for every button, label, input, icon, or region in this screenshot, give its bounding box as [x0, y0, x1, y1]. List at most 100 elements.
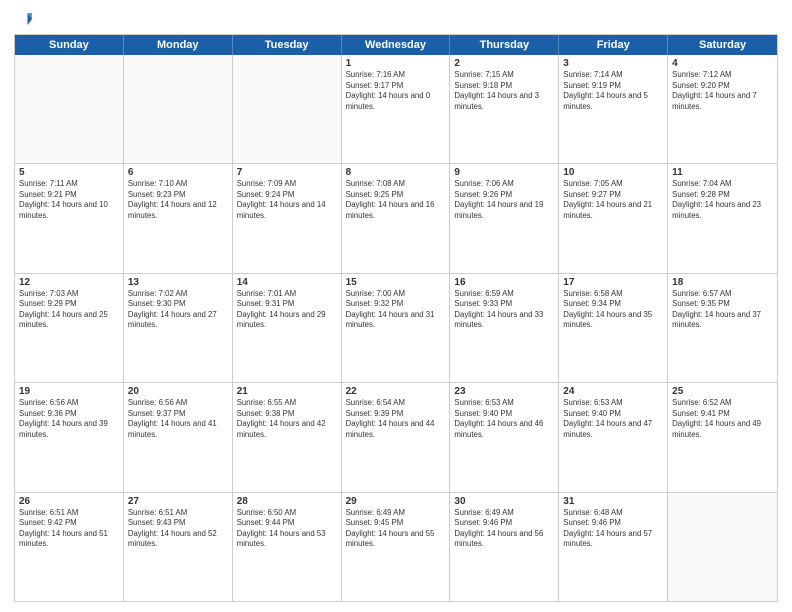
day-cell-29: 29Sunrise: 6:49 AM Sunset: 9:45 PM Dayli…	[342, 493, 451, 601]
day-number: 2	[454, 58, 554, 69]
day-info: Sunrise: 6:52 AM Sunset: 9:41 PM Dayligh…	[672, 398, 773, 440]
day-info: Sunrise: 7:06 AM Sunset: 9:26 PM Dayligh…	[454, 179, 554, 221]
day-number: 15	[346, 277, 446, 288]
day-cell-16: 16Sunrise: 6:59 AM Sunset: 9:33 PM Dayli…	[450, 274, 559, 382]
day-number: 17	[563, 277, 663, 288]
day-info: Sunrise: 7:14 AM Sunset: 9:19 PM Dayligh…	[563, 70, 663, 112]
day-number: 10	[563, 167, 663, 178]
day-cell-3: 3Sunrise: 7:14 AM Sunset: 9:19 PM Daylig…	[559, 55, 668, 163]
day-info: Sunrise: 7:04 AM Sunset: 9:28 PM Dayligh…	[672, 179, 773, 221]
day-info: Sunrise: 6:51 AM Sunset: 9:42 PM Dayligh…	[19, 508, 119, 550]
day-number: 4	[672, 58, 773, 69]
day-cell-1: 1Sunrise: 7:16 AM Sunset: 9:17 PM Daylig…	[342, 55, 451, 163]
day-info: Sunrise: 7:00 AM Sunset: 9:32 PM Dayligh…	[346, 289, 446, 331]
calendar-week-1: 1Sunrise: 7:16 AM Sunset: 9:17 PM Daylig…	[15, 55, 777, 164]
day-info: Sunrise: 6:55 AM Sunset: 9:38 PM Dayligh…	[237, 398, 337, 440]
day-info: Sunrise: 6:53 AM Sunset: 9:40 PM Dayligh…	[454, 398, 554, 440]
day-cell-12: 12Sunrise: 7:03 AM Sunset: 9:29 PM Dayli…	[15, 274, 124, 382]
weekday-header-wednesday: Wednesday	[342, 35, 451, 55]
weekday-header-friday: Friday	[559, 35, 668, 55]
day-number: 26	[19, 496, 119, 507]
day-number: 24	[563, 386, 663, 397]
day-info: Sunrise: 6:48 AM Sunset: 9:46 PM Dayligh…	[563, 508, 663, 550]
day-cell-11: 11Sunrise: 7:04 AM Sunset: 9:28 PM Dayli…	[668, 164, 777, 272]
day-cell-6: 6Sunrise: 7:10 AM Sunset: 9:23 PM Daylig…	[124, 164, 233, 272]
day-cell-9: 9Sunrise: 7:06 AM Sunset: 9:26 PM Daylig…	[450, 164, 559, 272]
day-number: 14	[237, 277, 337, 288]
day-info: Sunrise: 6:53 AM Sunset: 9:40 PM Dayligh…	[563, 398, 663, 440]
day-cell-8: 8Sunrise: 7:08 AM Sunset: 9:25 PM Daylig…	[342, 164, 451, 272]
day-info: Sunrise: 7:10 AM Sunset: 9:23 PM Dayligh…	[128, 179, 228, 221]
empty-cell	[668, 493, 777, 601]
calendar: SundayMondayTuesdayWednesdayThursdayFrid…	[14, 34, 778, 602]
day-number: 21	[237, 386, 337, 397]
day-cell-23: 23Sunrise: 6:53 AM Sunset: 9:40 PM Dayli…	[450, 383, 559, 491]
weekday-header-thursday: Thursday	[450, 35, 559, 55]
calendar-week-5: 26Sunrise: 6:51 AM Sunset: 9:42 PM Dayli…	[15, 493, 777, 601]
day-cell-13: 13Sunrise: 7:02 AM Sunset: 9:30 PM Dayli…	[124, 274, 233, 382]
day-info: Sunrise: 7:15 AM Sunset: 9:18 PM Dayligh…	[454, 70, 554, 112]
day-info: Sunrise: 7:02 AM Sunset: 9:30 PM Dayligh…	[128, 289, 228, 331]
calendar-header: SundayMondayTuesdayWednesdayThursdayFrid…	[15, 35, 777, 55]
day-cell-10: 10Sunrise: 7:05 AM Sunset: 9:27 PM Dayli…	[559, 164, 668, 272]
calendar-week-4: 19Sunrise: 6:56 AM Sunset: 9:36 PM Dayli…	[15, 383, 777, 492]
weekday-header-monday: Monday	[124, 35, 233, 55]
day-number: 7	[237, 167, 337, 178]
day-number: 20	[128, 386, 228, 397]
calendar-week-3: 12Sunrise: 7:03 AM Sunset: 9:29 PM Dayli…	[15, 274, 777, 383]
calendar-body: 1Sunrise: 7:16 AM Sunset: 9:17 PM Daylig…	[15, 55, 777, 601]
day-number: 30	[454, 496, 554, 507]
day-info: Sunrise: 7:08 AM Sunset: 9:25 PM Dayligh…	[346, 179, 446, 221]
weekday-header-sunday: Sunday	[15, 35, 124, 55]
day-info: Sunrise: 7:11 AM Sunset: 9:21 PM Dayligh…	[19, 179, 119, 221]
day-number: 8	[346, 167, 446, 178]
day-info: Sunrise: 6:57 AM Sunset: 9:35 PM Dayligh…	[672, 289, 773, 331]
day-cell-19: 19Sunrise: 6:56 AM Sunset: 9:36 PM Dayli…	[15, 383, 124, 491]
day-cell-4: 4Sunrise: 7:12 AM Sunset: 9:20 PM Daylig…	[668, 55, 777, 163]
day-cell-26: 26Sunrise: 6:51 AM Sunset: 9:42 PM Dayli…	[15, 493, 124, 601]
day-info: Sunrise: 7:01 AM Sunset: 9:31 PM Dayligh…	[237, 289, 337, 331]
day-info: Sunrise: 6:58 AM Sunset: 9:34 PM Dayligh…	[563, 289, 663, 331]
weekday-header-tuesday: Tuesday	[233, 35, 342, 55]
day-number: 28	[237, 496, 337, 507]
empty-cell	[233, 55, 342, 163]
day-number: 1	[346, 58, 446, 69]
day-number: 25	[672, 386, 773, 397]
day-info: Sunrise: 7:12 AM Sunset: 9:20 PM Dayligh…	[672, 70, 773, 112]
day-number: 12	[19, 277, 119, 288]
day-number: 13	[128, 277, 228, 288]
day-info: Sunrise: 6:49 AM Sunset: 9:45 PM Dayligh…	[346, 508, 446, 550]
day-number: 16	[454, 277, 554, 288]
page: SundayMondayTuesdayWednesdayThursdayFrid…	[0, 0, 792, 612]
day-cell-31: 31Sunrise: 6:48 AM Sunset: 9:46 PM Dayli…	[559, 493, 668, 601]
day-number: 5	[19, 167, 119, 178]
calendar-week-2: 5Sunrise: 7:11 AM Sunset: 9:21 PM Daylig…	[15, 164, 777, 273]
day-number: 29	[346, 496, 446, 507]
day-number: 31	[563, 496, 663, 507]
day-cell-25: 25Sunrise: 6:52 AM Sunset: 9:41 PM Dayli…	[668, 383, 777, 491]
day-cell-28: 28Sunrise: 6:50 AM Sunset: 9:44 PM Dayli…	[233, 493, 342, 601]
logo	[14, 10, 34, 28]
empty-cell	[15, 55, 124, 163]
weekday-header-saturday: Saturday	[668, 35, 777, 55]
day-info: Sunrise: 7:09 AM Sunset: 9:24 PM Dayligh…	[237, 179, 337, 221]
day-cell-2: 2Sunrise: 7:15 AM Sunset: 9:18 PM Daylig…	[450, 55, 559, 163]
day-cell-21: 21Sunrise: 6:55 AM Sunset: 9:38 PM Dayli…	[233, 383, 342, 491]
day-info: Sunrise: 7:16 AM Sunset: 9:17 PM Dayligh…	[346, 70, 446, 112]
day-number: 6	[128, 167, 228, 178]
day-cell-17: 17Sunrise: 6:58 AM Sunset: 9:34 PM Dayli…	[559, 274, 668, 382]
day-cell-30: 30Sunrise: 6:49 AM Sunset: 9:46 PM Dayli…	[450, 493, 559, 601]
day-cell-14: 14Sunrise: 7:01 AM Sunset: 9:31 PM Dayli…	[233, 274, 342, 382]
day-info: Sunrise: 6:49 AM Sunset: 9:46 PM Dayligh…	[454, 508, 554, 550]
day-info: Sunrise: 6:50 AM Sunset: 9:44 PM Dayligh…	[237, 508, 337, 550]
day-number: 11	[672, 167, 773, 178]
day-cell-7: 7Sunrise: 7:09 AM Sunset: 9:24 PM Daylig…	[233, 164, 342, 272]
day-number: 22	[346, 386, 446, 397]
day-cell-15: 15Sunrise: 7:00 AM Sunset: 9:32 PM Dayli…	[342, 274, 451, 382]
day-number: 27	[128, 496, 228, 507]
day-cell-18: 18Sunrise: 6:57 AM Sunset: 9:35 PM Dayli…	[668, 274, 777, 382]
day-info: Sunrise: 6:59 AM Sunset: 9:33 PM Dayligh…	[454, 289, 554, 331]
day-number: 23	[454, 386, 554, 397]
day-cell-27: 27Sunrise: 6:51 AM Sunset: 9:43 PM Dayli…	[124, 493, 233, 601]
day-number: 19	[19, 386, 119, 397]
